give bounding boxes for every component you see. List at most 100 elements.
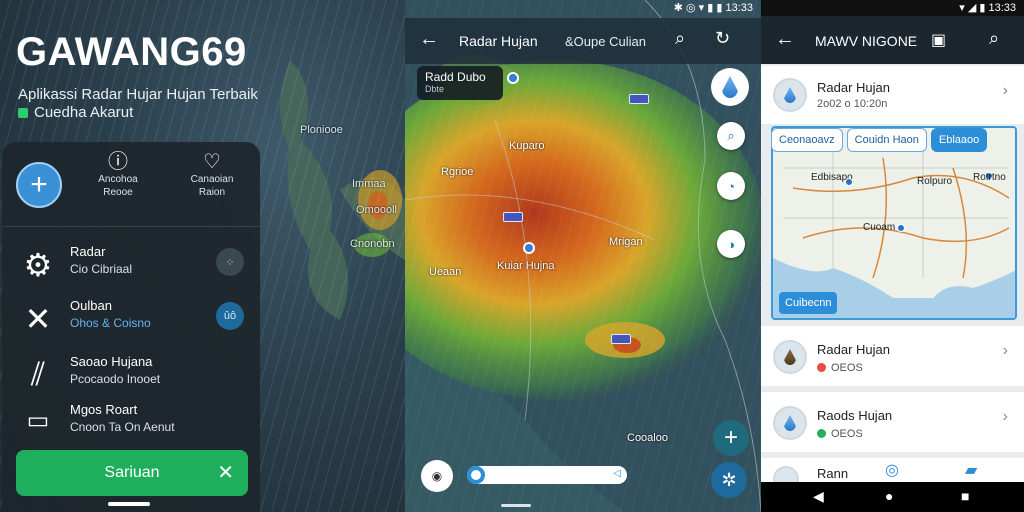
radar-map-panel: ✱ ◎ ▾ ▮ ▮ 13:33 ← Radar Hujan &Oupe Culi…: [405, 0, 761, 512]
chat-icon[interactable]: ◎: [885, 460, 899, 480]
status-bar: ✱ ◎ ▾ ▮ ▮ 13:33: [673, 2, 753, 14]
map-pin[interactable]: [845, 178, 853, 186]
top-app-bar: ← Radar Hujan &Oupe Culian ⌕ ↻: [405, 18, 761, 64]
mini-map[interactable]: Edbisapo Rolpuro Rotrtno Cuoam Cuibecnn: [771, 126, 1017, 320]
list-item-title: Radar Hujan: [817, 342, 890, 357]
crosshair-icon: +: [30, 168, 48, 201]
primary-action-label: Sariuan: [104, 464, 160, 481]
current-location-pin[interactable]: [523, 242, 535, 254]
menu-item-sub: Cio Cibriaal: [70, 262, 133, 276]
back-arrow-icon[interactable]: ←: [419, 28, 439, 51]
app-subtitle: Aplikassi Radar Hujar Hujan Terbaik: [18, 86, 258, 103]
radar-tag: [629, 94, 649, 104]
menu-item-radar[interactable]: ⚙ Radar Cio Cibriaal ⁘: [16, 240, 246, 290]
home-indicator: [501, 504, 531, 507]
map-label: Ploniooe: [300, 124, 343, 136]
map-label: Omoooll: [356, 204, 397, 216]
primary-action-button[interactable]: Sariuan ✕: [16, 450, 248, 496]
city-label: Rgrioe: [441, 166, 474, 178]
chevron-right-icon: ›: [1002, 342, 1008, 359]
quick-action-label: Ancohoa: [98, 174, 138, 185]
avatar: [773, 406, 807, 440]
top-app-bar: ← MAWV NIGONE ▣ ⌕: [761, 16, 1024, 64]
locate-button[interactable]: ◔: [717, 172, 745, 200]
layers-button[interactable]: ◑: [717, 230, 745, 258]
city-label: Cooaloo: [627, 432, 668, 444]
status-square-icon: [18, 107, 28, 118]
list-item-title: Radar Hujan: [817, 80, 890, 95]
close-icon[interactable]: ✕: [217, 460, 234, 485]
map-label: Cuoam: [863, 222, 896, 233]
filter-chip-active[interactable]: Eblaaoo: [930, 128, 988, 152]
map-tab-icon[interactable]: ▰: [965, 460, 977, 480]
timeline-knob[interactable]: [468, 467, 484, 483]
app-tagline: Cuedha Akarut: [18, 104, 133, 121]
list-item-title: Rann: [817, 466, 849, 481]
rain-layer-button[interactable]: [711, 68, 749, 106]
search-map-button[interactable]: ⌕: [717, 122, 745, 150]
system-nav-bar: ◀ ● ■: [761, 482, 1024, 512]
location-sub: Dbte: [425, 84, 445, 94]
status-bar: ▾ ◢ ▮ 13:33: [761, 0, 1024, 16]
play-button[interactable]: ◉: [421, 460, 453, 492]
droplet-icon: [784, 87, 796, 103]
menu-item-title: Saoao Hujana: [70, 354, 153, 369]
location-name: Radd Dubo: [425, 70, 486, 84]
quick-action-2[interactable]: ♡ Canaoian Raion: [172, 152, 252, 199]
menu-item-outlook[interactable]: ✕ Oulban Ohos & Coisno ûô: [16, 294, 246, 344]
city-label: Kuparo: [509, 140, 545, 152]
nav-recents-icon[interactable]: ■: [961, 488, 969, 504]
avatar: [773, 340, 807, 374]
divider: [2, 226, 260, 227]
add-button[interactable]: +: [16, 162, 62, 208]
saved-locations-panel: ▾ ◢ ▮ 13:33 ← MAWV NIGONE ▣ ⌕ Radar Huja…: [761, 0, 1024, 512]
search-icon[interactable]: ⌕: [989, 28, 999, 49]
share-button[interactable]: ✲: [711, 462, 747, 498]
info-icon: ⓘ: [108, 151, 128, 173]
list-item[interactable]: Radar Hujan 2o02 o 10:20n ›: [761, 66, 1024, 124]
timeline-slider[interactable]: ◁: [467, 466, 627, 484]
menu-item-maps[interactable]: ▭ Mgos Roart Cnoon Ta On Aenut: [16, 398, 246, 448]
chevron-right-icon: ›: [1002, 408, 1008, 425]
list-item-title: Raods Hujan: [817, 408, 893, 423]
map-label: Rotrtno: [973, 172, 1006, 183]
menu-badge[interactable]: ûô: [216, 302, 244, 330]
list-item-sub: OEOS: [817, 428, 863, 440]
filter-chip[interactable]: Couidn Haon: [846, 128, 927, 152]
city-label: Ueaan: [429, 266, 462, 278]
status-dot: [817, 363, 826, 372]
magnify-icon: ⌕: [727, 128, 735, 143]
nav-back-icon[interactable]: ◀: [813, 488, 824, 505]
quick-action-1[interactable]: ⓘ Ancohoa Reooe: [78, 151, 158, 199]
menu-item-title: Radar: [70, 244, 106, 259]
radar-tag: [611, 334, 631, 344]
search-icon[interactable]: ⌕: [675, 28, 685, 49]
location-chip[interactable]: Radd Dubo Dbte: [417, 66, 503, 100]
map-label: Rolpuro: [917, 176, 953, 187]
refresh-icon[interactable]: ↻: [715, 28, 730, 49]
location-pin[interactable]: [507, 72, 519, 84]
filter-chips: Ceonaoavz Couidn Haon Eblaaoo: [771, 128, 988, 152]
back-arrow-icon[interactable]: ←: [775, 28, 795, 51]
app-title: GAWANG69: [16, 30, 247, 74]
status-text: OEOS: [831, 428, 863, 440]
chevron-right-icon: ›: [1002, 82, 1008, 99]
tagline-text: Cuedha Akarut: [34, 104, 134, 121]
settings-dots-icon[interactable]: ⁘: [216, 248, 244, 276]
home-indicator: [108, 502, 150, 506]
nav-home-icon[interactable]: ●: [885, 488, 893, 504]
map-pin[interactable]: [897, 224, 905, 232]
map-action-button[interactable]: Cuibecnn: [779, 292, 838, 314]
rain-icon: ⫽: [30, 356, 46, 392]
plus-icon: +: [723, 424, 738, 451]
page-title: Radar Hujan: [459, 33, 538, 49]
image-icon[interactable]: ▣: [931, 30, 946, 50]
filter-chip[interactable]: Ceonaoavz: [771, 128, 843, 152]
map-label: Cnonobn: [350, 238, 395, 250]
menu-item-rain[interactable]: ⫽ Saoao Hujana Pcocaodo Inooet: [16, 350, 246, 400]
zoom-in-button[interactable]: +: [713, 420, 749, 456]
list-item[interactable]: Radar Hujan OEOS ›: [761, 326, 1024, 386]
radar-tag: [503, 212, 523, 222]
list-item[interactable]: Raods Hujan OEOS ›: [761, 392, 1024, 452]
menu-card: + ⓘ Ancohoa Reooe ♡ Canaoian Raion ⚙ Rad…: [2, 142, 260, 512]
